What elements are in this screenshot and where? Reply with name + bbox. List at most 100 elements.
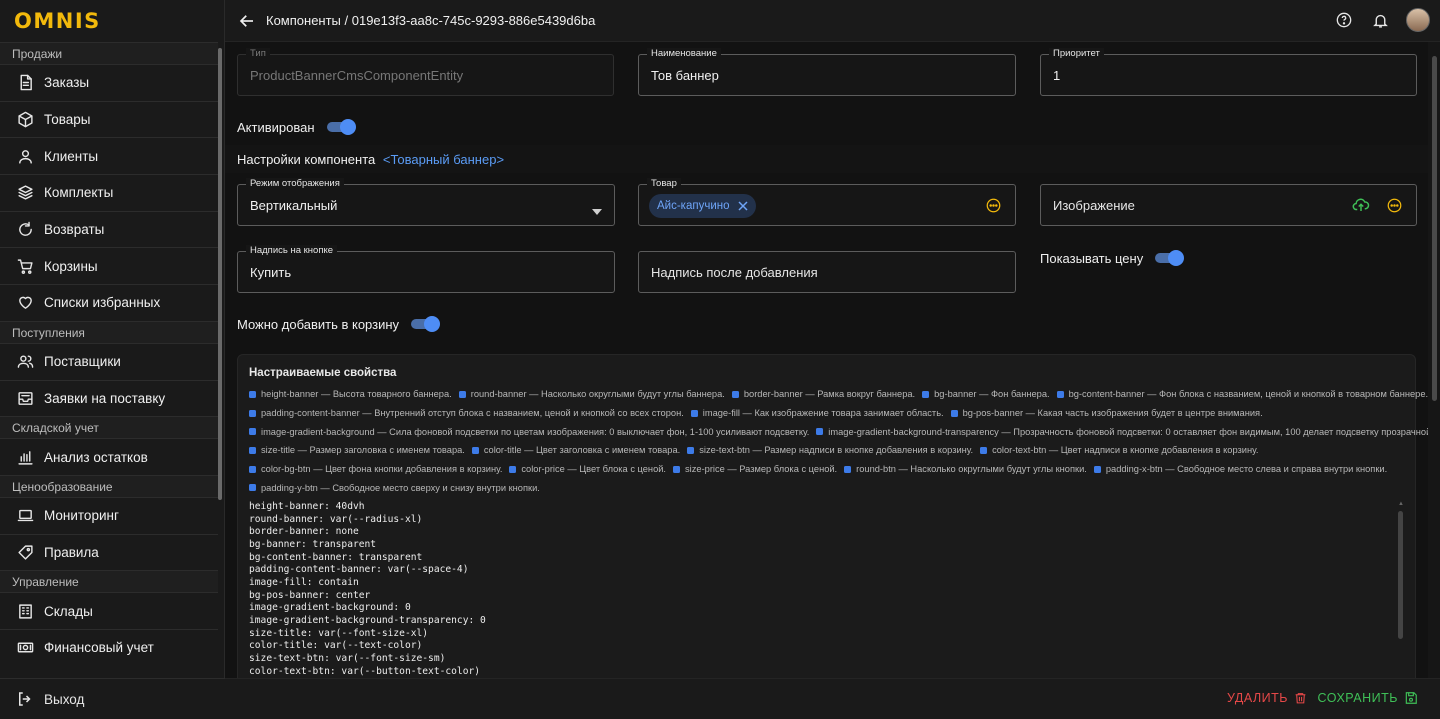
sidebar-item[interactable]: Комплекты: [0, 174, 218, 211]
building-icon: [16, 602, 34, 620]
laptop-icon: [16, 507, 34, 525]
content-scrollbar[interactable]: [1432, 56, 1437, 401]
layers-icon: [16, 184, 34, 202]
product-field[interactable]: Товар Айс-капучино: [638, 178, 1016, 226]
priority-field-label: Приоритет: [1049, 48, 1104, 60]
trash-icon: [1294, 691, 1307, 705]
sidebar-item[interactable]: Клиенты: [0, 137, 218, 175]
sidebar-item[interactable]: Заявки на поставку: [0, 379, 218, 417]
legend-item: size-text-btn — Размер надписи в кнопке …: [687, 445, 973, 455]
refresh-icon: [16, 221, 34, 239]
close-icon[interactable]: [737, 201, 748, 211]
legend-bullet-icon: [458, 390, 466, 398]
legend-item: round-btn — Насколько округлыми будут уг…: [844, 464, 1087, 474]
after-add-field[interactable]: Надпись после добавления: [638, 251, 1016, 293]
sidebar-item[interactable]: Склады: [0, 592, 218, 629]
legend-bullet-icon: [471, 446, 479, 454]
legend-bullet-icon: [1093, 465, 1101, 473]
button-label-field[interactable]: Надпись на кнопке Купить: [237, 245, 615, 293]
legend-text: padding-content-banner — Внутренний отст…: [261, 408, 684, 419]
tag-icon: [16, 543, 34, 561]
sidebar-item-label: Корзины: [44, 258, 98, 274]
sidebar-item[interactable]: Корзины: [0, 247, 218, 285]
sidebar-item-label: Заказы: [44, 75, 90, 91]
more-icon[interactable]: [1387, 198, 1402, 218]
legend-item: color-bg-btn — Цвет фона кнопки добавлен…: [249, 464, 502, 474]
heart-icon: [16, 294, 34, 312]
bell-icon[interactable]: [1370, 10, 1390, 30]
legend-bullet-icon: [249, 390, 256, 398]
sidebar-item[interactable]: Списки избранных: [0, 284, 218, 321]
type-field-label: Тип: [246, 48, 270, 60]
legend-text: color-text-btn — Цвет надписи в кнопке д…: [992, 445, 1259, 456]
box-icon: [16, 111, 34, 129]
cart-icon: [16, 257, 34, 275]
legend-text: color-price — Цвет блока с ценой.: [521, 464, 667, 475]
save-button[interactable]: СОХРАНИТЬ: [1318, 691, 1418, 705]
image-field[interactable]: Изображение: [1040, 184, 1417, 226]
sidebar-item[interactable]: Заказы: [0, 64, 218, 101]
legend-line: image-gradient-background — Сила фоновой…: [249, 422, 1428, 441]
logout-label: Выход: [44, 691, 85, 707]
product-chip[interactable]: Айс-капучино: [649, 194, 756, 218]
legend-text: padding-x-btn — Свободное место слева и …: [1105, 464, 1388, 475]
sidebar-item[interactable]: Возвраты: [0, 210, 218, 248]
legend-item: round-banner — Насколько округлыми будут…: [458, 389, 725, 400]
sidebar-item[interactable]: Поставщики: [0, 342, 218, 380]
user-icon: [16, 147, 34, 165]
active-toggle[interactable]: [326, 119, 356, 135]
props-code-editor[interactable]: height-banner: 40dvh round-banner: var(-…: [249, 501, 486, 678]
priority-field[interactable]: Приоритет 1: [1040, 48, 1417, 96]
legend-item: color-title — Цвет заголовка с именем то…: [471, 445, 680, 455]
sidebar-scrollbar[interactable]: [218, 48, 222, 500]
legend-bullet-icon: [690, 409, 698, 417]
sidebar-item[interactable]: Финансовый учет: [0, 628, 218, 666]
legend-item: padding-content-banner — Внутренний отст…: [249, 408, 684, 418]
code-scroll-up-icon[interactable]: ▲: [1398, 501, 1404, 507]
legend-item: size-price — Размер блока с ценой.: [673, 464, 837, 474]
avatar[interactable]: [1406, 8, 1430, 32]
sidebar-item-label: Заявки на поставку: [44, 390, 166, 406]
sidebar: OMNIS Продажи Заказы Товары Клиенты Комплект…: [0, 0, 225, 719]
logout-button[interactable]: Выход: [0, 678, 225, 719]
legend-item: border-banner — Рамка вокруг баннера.: [731, 389, 915, 399]
logo-bar: OMNIS: [0, 0, 224, 42]
back-arrow-icon[interactable]: [238, 12, 256, 30]
active-label: Активирован: [237, 119, 315, 135]
sidebar-item[interactable]: Анализ остатков: [0, 438, 218, 475]
upload-cloud-icon[interactable]: [1352, 197, 1370, 218]
sidebar-item[interactable]: Правила: [0, 533, 218, 571]
display-mode-select[interactable]: Режим отображения Вертикальный: [237, 178, 615, 226]
after-add-placeholder: Надпись после добавления: [651, 265, 818, 280]
show-price-toggle[interactable]: [1155, 250, 1185, 266]
save-label: СОХРАНИТЬ: [1317, 691, 1398, 705]
can-add-toggle[interactable]: [411, 316, 441, 332]
sidebar-item[interactable]: Товары: [0, 100, 218, 138]
name-field-value[interactable]: Тов баннер: [651, 68, 719, 83]
sidebar-item-label: Товары: [44, 112, 91, 128]
more-icon[interactable]: [986, 198, 1001, 218]
legend-bullet-icon: [844, 465, 852, 473]
legend-line: padding-content-banner — Внутренний отст…: [249, 404, 1409, 423]
legend-text: round-btn — Насколько округлыми будут уг…: [856, 464, 1087, 475]
bar-chart-icon: [16, 448, 34, 466]
priority-field-value[interactable]: 1: [1053, 68, 1060, 83]
legend-text: padding-y-btn — Свободное место сверху и…: [261, 482, 540, 493]
inbox-icon: [16, 389, 34, 407]
can-add-row: Можно добавить в корзину: [237, 316, 441, 332]
delete-button[interactable]: УДАЛИТЬ: [1227, 691, 1307, 705]
omnis-logo[interactable]: OMNIS: [14, 9, 101, 33]
name-field[interactable]: Наименование Тов баннер: [638, 48, 1016, 96]
active-toggle-row: Активирован: [237, 119, 356, 135]
help-icon[interactable]: [1334, 10, 1354, 30]
button-label-field-value[interactable]: Купить: [250, 265, 291, 280]
settings-component-link[interactable]: <Товарный баннер>: [383, 152, 504, 167]
legend-text: height-banner — Высота товарного баннера…: [261, 389, 452, 400]
code-scrollbar[interactable]: [1398, 511, 1403, 639]
legend-text: round-banner — Насколько округлыми будут…: [470, 389, 725, 400]
button-label-field-label: Надпись на кнопке: [246, 245, 338, 257]
settings-title-text: Настройки компонента: [237, 152, 376, 167]
sidebar-item[interactable]: Мониторинг: [0, 496, 218, 534]
legend-text: image-gradient-background-transparency —…: [828, 426, 1428, 437]
sidebar-nav: Продажи Заказы Товары Клиенты Комплекты Возвр…: [0, 42, 218, 678]
